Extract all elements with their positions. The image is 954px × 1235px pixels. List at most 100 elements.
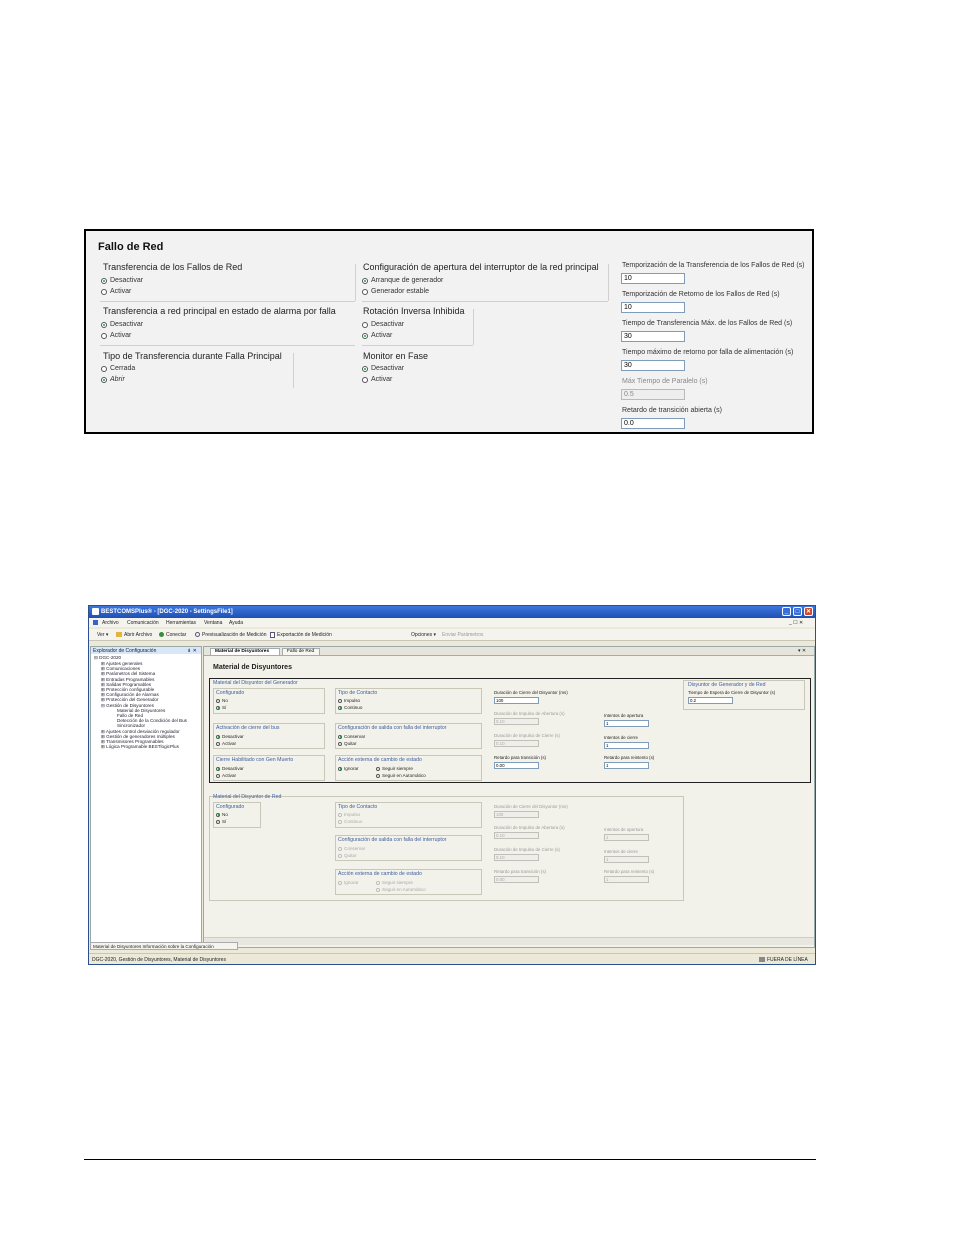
divider [355, 264, 356, 301]
gen-activacion-activar[interactable]: Activar [216, 741, 236, 746]
temp-retorno-input[interactable]: 10 [621, 302, 685, 313]
tiempo-retorno-max-input[interactable]: 30 [621, 360, 685, 371]
horizontal-scrollbar[interactable] [204, 937, 814, 945]
gen-contacto-impulso[interactable]: Impulso [338, 698, 360, 703]
close-icon[interactable]: ✕ [804, 607, 813, 616]
radio-transferencia-activar[interactable]: Activar [101, 288, 131, 295]
radio-button-icon[interactable] [101, 321, 107, 328]
radio-button-icon[interactable] [216, 698, 220, 703]
tree-root[interactable]: ⊟ DGC-2020 [94, 655, 121, 660]
gen-accion-ignorar[interactable]: Ignorar [338, 766, 359, 771]
maximize-icon[interactable]: □ [793, 607, 802, 616]
radio-tipo-cerrada[interactable]: Cerrada [101, 365, 135, 372]
radio-button-icon[interactable] [338, 741, 342, 746]
gen-cierre-activar[interactable]: Activar [216, 773, 236, 778]
tree-item[interactable]: ⊞ Lógica Programable BESTlogicPlus [101, 744, 187, 749]
gen-salida-quitar[interactable]: Quitar [338, 741, 357, 746]
radio-rotacion-activar[interactable]: Activar [362, 332, 392, 339]
gen-cierre-desactivar[interactable]: Desactivar [216, 766, 244, 771]
tab-material-disyuntores[interactable]: Material de Disyuntores [210, 648, 280, 655]
connect-button[interactable]: Conectar [166, 632, 186, 638]
radio-apertura-estable[interactable]: Generador estable [362, 288, 429, 295]
red-configurado-si[interactable]: Sí [216, 819, 226, 824]
gen-configurado-no[interactable]: No [216, 698, 228, 703]
folder-icon [116, 632, 122, 637]
radio-button-icon[interactable] [362, 321, 368, 328]
export-button[interactable]: Exportación de Medición [277, 632, 332, 638]
radio-button-icon[interactable] [338, 698, 342, 703]
menu-herramientas[interactable]: Herramientas [166, 620, 196, 626]
radio-button-icon[interactable] [216, 819, 220, 824]
view-button[interactable]: Ver ▾ [97, 632, 108, 638]
radio-button-icon[interactable] [362, 332, 368, 339]
open-file-button[interactable]: Abrir Archivo [124, 632, 152, 638]
gen-red-input[interactable]: 0.2 [688, 697, 733, 704]
divider [293, 353, 294, 388]
options-button[interactable]: Opciones ▾ [411, 632, 436, 638]
bottom-tab[interactable]: Material de Disyuntores Información sobr… [90, 942, 238, 950]
gen-accion-seguir-auto[interactable]: Seguir en Automático [376, 773, 426, 778]
gen-activacion-desactivar[interactable]: Desactivar [216, 734, 244, 739]
radio-button-icon[interactable] [216, 812, 220, 817]
radio-transferencia-desactivar[interactable]: Desactivar [101, 277, 143, 284]
radio-monitor-desactivar[interactable]: Desactivar [362, 365, 404, 372]
retardo-transicion-input[interactable]: 0.0 [621, 418, 685, 429]
app-menu-icon[interactable] [93, 620, 98, 625]
gen-retardo-transicion-input[interactable]: 0.00 [494, 762, 539, 769]
tab-fallo-de-red[interactable]: Fallo de Red [282, 648, 320, 655]
radio-button-icon[interactable] [216, 705, 220, 710]
red-configurado-no[interactable]: No [216, 812, 228, 817]
radio-button-icon[interactable] [338, 705, 342, 710]
menu-archivo[interactable]: Archivo [102, 620, 119, 626]
gen-cierre-duracion-input[interactable]: 100 [494, 697, 539, 704]
radio-button-icon[interactable] [216, 734, 220, 739]
radio-tipo-abrir[interactable]: Abrir [101, 376, 125, 383]
menu-comunicacion[interactable]: Comunicación [127, 620, 159, 626]
gen-retardo-reintento-input[interactable]: 1 [604, 762, 649, 769]
radio-button-icon[interactable] [216, 766, 220, 771]
radio-button-icon[interactable] [216, 773, 220, 778]
radio-button-icon[interactable] [362, 376, 368, 383]
radio-button-icon[interactable] [101, 277, 107, 284]
radio-monitor-activar[interactable]: Activar [362, 376, 392, 383]
gen-accion-seguir-siempre[interactable]: Seguir siempre [376, 766, 413, 771]
radio-button-icon[interactable] [101, 288, 107, 295]
gen-contacto-continuo[interactable]: Continuo [338, 705, 362, 710]
gen-intentos-apertura-input[interactable]: 1 [604, 720, 649, 727]
radio-button-icon[interactable] [362, 277, 368, 284]
radio-button-icon[interactable] [338, 766, 342, 771]
explorer-title: Explorador de Configuración [93, 648, 157, 654]
radio-label: Quitar [344, 853, 357, 858]
radio-rotacion-desactivar[interactable]: Desactivar [362, 321, 404, 328]
menu-ayuda[interactable]: Ayuda [229, 620, 243, 626]
radio-alarma-activar[interactable]: Activar [101, 332, 131, 339]
tree-item-label: Lógica Programable BESTlogicPlus [106, 744, 179, 750]
preview-button[interactable]: Previsualización de Medición [202, 632, 266, 638]
gen-intentos-cierre-input[interactable]: 1 [604, 742, 649, 749]
radio-button-icon[interactable] [376, 766, 380, 771]
radio-button-icon[interactable] [376, 773, 380, 778]
red-breaker-title: Material del Disyuntor de Red [213, 794, 282, 800]
pin-close-icon[interactable]: ⇟ ✕ [187, 648, 197, 654]
tab-close-icon[interactable]: ▾ ✕ [798, 648, 806, 654]
radio-button-icon[interactable] [101, 376, 107, 383]
red-accion-ignorar: Ignorar [338, 880, 359, 885]
radio-button-icon[interactable] [216, 741, 220, 746]
temp-transferencia-input[interactable]: 10 [621, 273, 685, 284]
radio-button-icon[interactable] [362, 288, 368, 295]
title-bar: BESTCOMSPlus® - [DGC-2020 - SettingsFile… [89, 606, 815, 618]
radio-apertura-arranque[interactable]: Arranque de generador [362, 277, 443, 284]
mdi-window-controls[interactable]: _ ☐ ✕ [789, 620, 803, 626]
tiempo-transferencia-max-input[interactable]: 30 [621, 331, 685, 342]
gen-configurado-si[interactable]: Sí [216, 705, 226, 710]
send-settings-button[interactable]: Enviar Parámetros [442, 632, 483, 638]
radio-label: Activar [371, 376, 393, 383]
minimize-icon[interactable]: _ [782, 607, 791, 616]
gen-salida-conservar[interactable]: Conservar [338, 734, 365, 739]
radio-button-icon[interactable] [101, 332, 107, 339]
radio-alarma-desactivar[interactable]: Desactivar [101, 321, 143, 328]
radio-button-icon[interactable] [101, 365, 107, 372]
radio-button-icon[interactable] [338, 734, 342, 739]
radio-button-icon[interactable] [362, 365, 368, 372]
menu-ventana[interactable]: Ventana [204, 620, 222, 626]
